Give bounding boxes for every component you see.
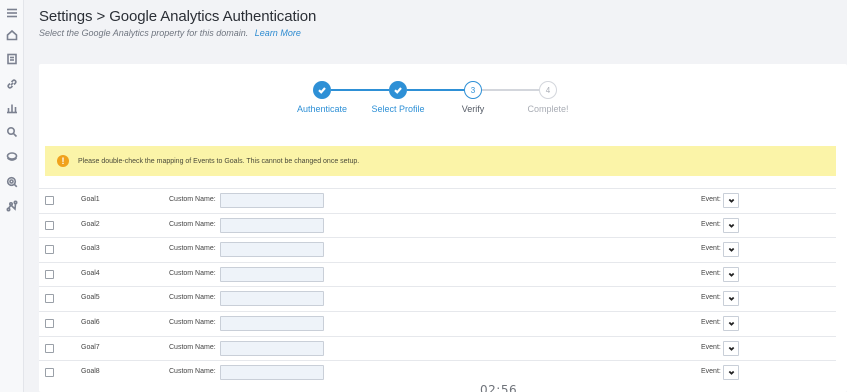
learn-more-link[interactable]: Learn More — [255, 28, 301, 38]
zoom-icon[interactable] — [5, 175, 19, 189]
chevron-down-icon — [728, 272, 734, 277]
goal-checkbox[interactable] — [45, 196, 54, 205]
goal-row: Goal6 Custom Name: Event: — [39, 311, 836, 336]
custom-name-input[interactable] — [220, 266, 324, 282]
event-label: Event: — [701, 343, 721, 351]
warning-icon: ! — [57, 155, 69, 167]
chevron-down-icon — [728, 223, 734, 228]
goal-row: Goal2 Custom Name: Event: — [39, 212, 836, 238]
goal-checkbox[interactable] — [45, 343, 54, 353]
custom-name-label: Custom Name: — [169, 294, 216, 302]
goal-checkbox[interactable] — [45, 220, 54, 230]
custom-name-label: Custom Name: — [169, 220, 216, 228]
step-label-complete: Complete! — [527, 104, 569, 114]
custom-name-input[interactable] — [220, 291, 324, 307]
warning-text: Please double-check the mapping of Event… — [78, 157, 360, 165]
subtitle-text: Select the Google Analytics property for… — [39, 28, 249, 38]
goal-checkbox[interactable] — [45, 269, 54, 279]
custom-name-input[interactable] — [220, 217, 324, 233]
page-subtitle: Select the Google Analytics property for… — [39, 28, 301, 38]
bar-chart-icon[interactable] — [5, 101, 19, 115]
event-select[interactable] — [723, 291, 739, 307]
custom-name-label: Custom Name: — [169, 245, 216, 253]
event-label: Event: — [701, 220, 721, 228]
goal-name: Goal1 — [81, 196, 100, 203]
goal-name: Goal4 — [81, 269, 100, 277]
recording-timer: 02:56 — [480, 383, 518, 392]
goal-row: Goal8 Custom Name: Event: — [39, 360, 836, 385]
chevron-down-icon — [728, 346, 734, 351]
sidebar — [0, 0, 24, 392]
document-icon[interactable] — [5, 52, 19, 66]
goal-row: Goal3 Custom Name: Event: — [39, 237, 836, 262]
goal-name: Goal5 — [81, 294, 100, 302]
event-label: Event: — [701, 319, 721, 326]
chevron-down-icon — [728, 321, 734, 326]
link-icon[interactable] — [5, 77, 19, 91]
step-4-circle: 4 — [539, 81, 557, 99]
step-3-circle: 3 — [464, 81, 482, 99]
home-icon[interactable] — [5, 28, 19, 42]
goal-row: Goal7 Custom Name: Event: — [39, 335, 836, 361]
event-select[interactable] — [723, 316, 739, 331]
main-panel: 3 4 Authenticate Select Profile Verify C… — [39, 64, 847, 392]
event-select[interactable] — [723, 340, 739, 356]
event-select[interactable] — [723, 266, 739, 282]
custom-name-label: Custom Name: — [169, 343, 216, 351]
event-label: Event: — [701, 294, 721, 302]
custom-name-input[interactable] — [220, 340, 324, 356]
chevron-down-icon — [728, 198, 734, 203]
chevron-down-icon — [728, 297, 734, 302]
custom-name-input[interactable] — [220, 242, 324, 258]
goal-name: Goal8 — [81, 368, 100, 376]
event-label: Event: — [701, 245, 721, 253]
chevron-down-icon — [728, 371, 734, 376]
goal-checkbox[interactable] — [45, 319, 54, 328]
goal-row: Goal5 Custom Name: Event: — [39, 286, 836, 311]
step-connector-3 — [482, 89, 539, 91]
event-label: Event: — [701, 196, 721, 203]
custom-name-label: Custom Name: — [169, 196, 216, 203]
event-label: Event: — [701, 269, 721, 277]
goal-row: Goal1 Custom Name: Event: — [39, 188, 836, 213]
custom-name-label: Custom Name: — [169, 269, 216, 277]
event-select[interactable] — [723, 242, 739, 258]
step-1-check-icon — [313, 81, 331, 99]
step-2-check-icon — [389, 81, 407, 99]
step-connector-2 — [407, 89, 464, 91]
progress-stepper: 3 4 Authenticate Select Profile Verify C… — [39, 64, 847, 134]
custom-name-input[interactable] — [220, 316, 324, 331]
event-select[interactable] — [723, 193, 739, 208]
goal-checkbox[interactable] — [45, 294, 54, 304]
goal-checkbox[interactable] — [45, 245, 54, 255]
goal-name: Goal6 — [81, 319, 100, 326]
custom-name-label: Custom Name: — [169, 319, 216, 326]
goal-checkbox[interactable] — [45, 368, 54, 378]
network-icon[interactable] — [5, 199, 19, 213]
custom-name-label: Custom Name: — [169, 368, 216, 376]
goal-row: Goal4 Custom Name: Event: — [39, 261, 836, 287]
custom-name-input[interactable] — [220, 193, 324, 208]
menu-icon[interactable] — [5, 6, 19, 20]
step-connector-1 — [331, 89, 389, 91]
warning-alert: ! Please double-check the mapping of Eve… — [45, 146, 836, 176]
layers-icon[interactable] — [5, 150, 19, 164]
chevron-down-icon — [728, 248, 734, 253]
custom-name-input[interactable] — [220, 365, 324, 381]
page-title: Settings > Google Analytics Authenticati… — [39, 8, 317, 25]
goal-name: Goal3 — [81, 245, 100, 253]
goal-name: Goal7 — [81, 343, 100, 351]
goal-name: Goal2 — [81, 220, 100, 228]
search-icon[interactable] — [5, 125, 19, 139]
event-select[interactable] — [723, 217, 739, 233]
event-label: Event: — [701, 368, 721, 376]
event-select[interactable] — [723, 365, 739, 381]
